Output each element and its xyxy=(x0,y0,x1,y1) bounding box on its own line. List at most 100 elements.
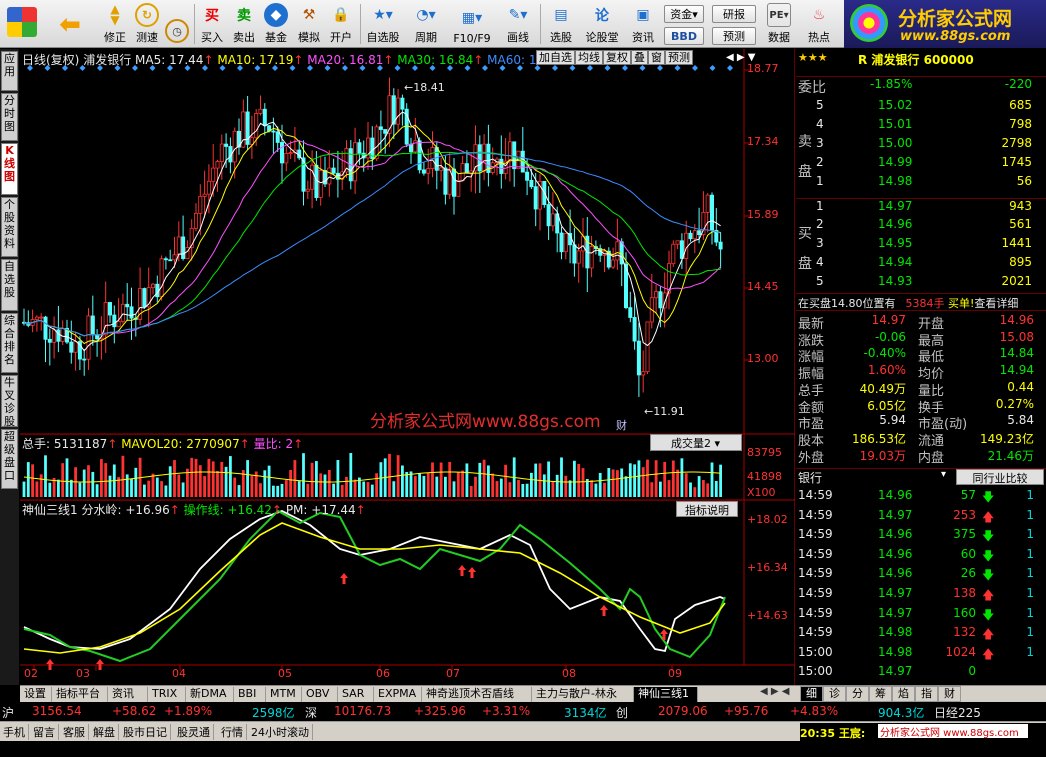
volume-indicator-select[interactable]: 成交量2 ▾ xyxy=(650,434,742,451)
forum-icon: 论 xyxy=(595,8,609,24)
buy-level-row[interactable]: 4 14.94 895 xyxy=(796,255,1046,271)
indicator-tab-11[interactable]: 主力与散户-林永 xyxy=(532,687,634,702)
volume-bar xyxy=(319,473,323,497)
kline-header-button-3[interactable]: 叠 xyxy=(631,50,648,65)
left-tab-3[interactable]: 个股资料 xyxy=(1,197,18,257)
func-item-5[interactable]: 股灵通 xyxy=(174,724,214,740)
left-tab-7[interactable]: 超级盘口 xyxy=(1,429,18,489)
volume-bar xyxy=(598,472,602,497)
quote-sub-tab-5[interactable]: 指 xyxy=(915,686,938,702)
left-tab-2[interactable]: K线图 xyxy=(1,143,18,195)
left-tab-0[interactable]: 应用 xyxy=(1,51,18,91)
volume-bar xyxy=(190,457,194,497)
left-tab-4[interactable]: 自选股 xyxy=(1,259,18,311)
buy-level-row[interactable]: 3 14.95 1441 xyxy=(796,236,1046,252)
indicator-tab-0[interactable]: 设置 xyxy=(20,687,52,702)
sell-level-row[interactable]: 2 14.99 1745 xyxy=(796,155,1046,171)
indicator-tab-3[interactable]: TRIX xyxy=(148,687,186,702)
sell-level-row[interactable]: 4 15.01 798 xyxy=(796,117,1046,133)
back-button[interactable]: ⬅ xyxy=(54,2,86,46)
stock-title: R 浦发银行 600000 xyxy=(858,53,974,67)
watchlist-button[interactable]: ★▾ 自选股 xyxy=(363,2,403,46)
candle-body xyxy=(615,241,620,261)
volume-bar xyxy=(147,480,151,497)
period-button[interactable]: ◔▾ 周期 xyxy=(406,2,446,46)
func-item-6[interactable]: 行情 xyxy=(218,724,247,740)
indicator-tab-2[interactable]: 资讯 xyxy=(108,687,148,702)
indicator-help-button[interactable]: 指标说明 xyxy=(676,501,738,517)
candle-body xyxy=(688,232,693,240)
f10-button[interactable]: ▦▾ F10/F9 xyxy=(450,2,494,46)
ma5-label: MA5: 17.44 xyxy=(135,53,204,67)
quote-sub-tab-0[interactable]: 细 xyxy=(800,686,823,702)
volume-bar xyxy=(340,484,344,497)
indicator-tab-1[interactable]: 指标平台 xyxy=(52,687,108,702)
func-item-3[interactable]: 解盘 xyxy=(90,724,119,740)
buy-button[interactable]: 买买入 xyxy=(198,2,226,46)
candle-body xyxy=(181,236,186,259)
capital-button[interactable]: 资金 ▾ xyxy=(664,5,704,23)
bbd-button[interactable]: BBD xyxy=(664,27,704,45)
quote-sub-tab-6[interactable]: 财 xyxy=(938,686,961,702)
forecast-button[interactable]: 预测 xyxy=(712,27,756,45)
refresh-button[interactable]: ↻ 测速 xyxy=(132,2,162,46)
indicator-tab-6[interactable]: MTM xyxy=(266,687,302,702)
simulate-button[interactable]: ⚒ 模拟 xyxy=(294,2,324,46)
indicator-tab-12[interactable]: 神仙三线1 xyxy=(634,687,698,702)
candle-body xyxy=(215,161,220,169)
research-button[interactable]: 研报 xyxy=(712,5,756,23)
func-item-0[interactable]: 手机 xyxy=(0,724,29,740)
brand-banner[interactable]: 分析家公式网 www.88gs.com xyxy=(878,724,1028,738)
indicator-tab-5[interactable]: BBI xyxy=(234,687,266,702)
left-tab-1[interactable]: 分时图 xyxy=(1,93,18,141)
fund-button[interactable]: ◆ 基金 xyxy=(262,2,290,46)
left-tab-5[interactable]: 综合排名 xyxy=(1,313,18,373)
buy-level-row[interactable]: 1 14.97 943 xyxy=(796,198,1046,214)
volume-header: 总手: 5131187↑ MAVOL20: 2770907↑ 量比: 2↑ xyxy=(20,434,744,451)
indicator-header: 神仙三线1 分水岭: +16.96↑ 操作线: +16.42↑ PM: +17.… xyxy=(20,500,744,517)
left-tab-6[interactable]: 牛叉诊股 xyxy=(1,375,18,428)
func-item-1[interactable]: 留言 xyxy=(30,724,59,740)
indicator-tab-8[interactable]: SAR xyxy=(338,687,374,702)
kline-header-button-4[interactable]: 窗 xyxy=(648,50,665,65)
industry-compare-button[interactable]: 同行业比较 xyxy=(956,469,1044,485)
kline-header-button-5[interactable]: 预测 xyxy=(665,50,693,65)
draw-button[interactable]: ✎▾ 画线 xyxy=(498,2,538,46)
quote-sub-tab-1[interactable]: 诊 xyxy=(823,686,846,702)
tab-scroll-arrows-icon[interactable]: ◀ ▶ ◀ xyxy=(760,686,789,697)
candle-body xyxy=(383,129,388,134)
sell-level-row[interactable]: 3 15.00 2798 xyxy=(796,136,1046,152)
indicator-tab-4[interactable]: 新DMA xyxy=(186,687,234,702)
finance-marker[interactable]: 财 xyxy=(616,417,627,433)
func-item-2[interactable]: 客服 xyxy=(60,724,89,740)
kline-header-button-2[interactable]: 复权 xyxy=(603,50,631,65)
up-down-button[interactable]: ▲ ▼ 修正 xyxy=(100,2,130,46)
open-account-button[interactable]: 🔒 开户 xyxy=(326,2,356,46)
kline-header-button-0[interactable]: 加自选 xyxy=(536,50,575,65)
home-button[interactable] xyxy=(2,2,42,46)
chart-canvas[interactable] xyxy=(20,49,795,685)
data-button[interactable]: PE▾ 数据 xyxy=(762,2,796,46)
indicator-tab-9[interactable]: EXPMA xyxy=(374,687,422,702)
quote-sub-tab-2[interactable]: 分 xyxy=(846,686,869,702)
forum-button[interactable]: 论论股堂 xyxy=(582,2,622,46)
speedtest-button[interactable]: ◷ xyxy=(164,2,190,46)
func-item-4[interactable]: 股市日记 xyxy=(120,724,171,740)
stock-picker-button[interactable]: ▤ 选股 xyxy=(544,2,578,46)
indicator-tab-10[interactable]: 神奇逃顶术否盾线 xyxy=(422,687,532,702)
quote-sub-tab-4[interactable]: 焰 xyxy=(892,686,915,702)
news-button[interactable]: ▣ 资讯 xyxy=(626,2,660,46)
candle-body xyxy=(400,97,405,110)
hotspot-button[interactable]: ♨ 热点 xyxy=(802,2,836,46)
sell-level-row[interactable]: 1 14.98 56 xyxy=(796,174,1046,190)
sell-button[interactable]: 卖卖出 xyxy=(230,2,258,46)
kline-header-button-1[interactable]: 均线 xyxy=(575,50,603,65)
sell-level-row[interactable]: 5 15.02 685 xyxy=(796,98,1046,114)
big-order-notice[interactable]: 在买盘14.80位置有 5384手 买单!查看详细 xyxy=(796,293,1046,311)
kline-chart-panel[interactable]: 日线(复权) 浦发银行 MA5: 17.44↑ MA10: 17.19↑ MA2… xyxy=(20,49,795,685)
indicator-tab-7[interactable]: OBV xyxy=(302,687,338,702)
buy-level-row[interactable]: 2 14.96 561 xyxy=(796,217,1046,233)
buy-level-row[interactable]: 5 14.93 2021 xyxy=(796,274,1046,290)
quote-sub-tab-3[interactable]: 筹 xyxy=(869,686,892,702)
func-item-7[interactable]: 24小时滚动 xyxy=(248,724,313,740)
